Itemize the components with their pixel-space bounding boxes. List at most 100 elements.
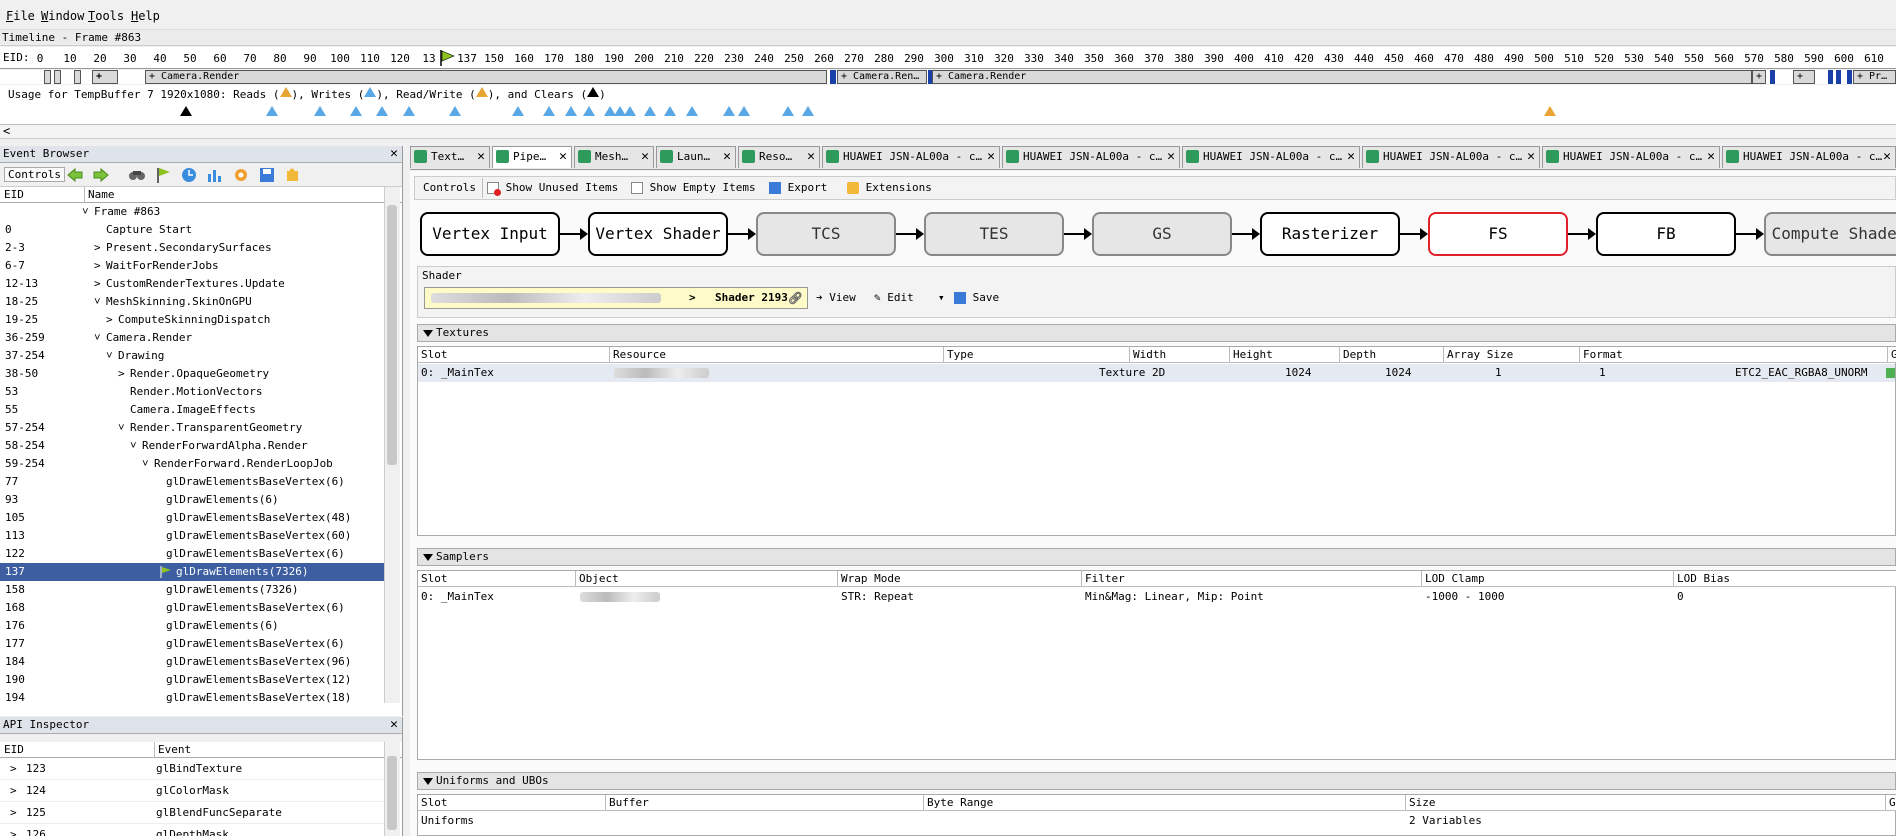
find-icon[interactable] bbox=[128, 166, 146, 184]
col-header[interactable]: Height bbox=[1230, 347, 1340, 363]
expand-down-icon[interactable]: ˅ bbox=[142, 455, 149, 473]
event-row[interactable]: 137 glDrawElements(7326) bbox=[0, 563, 384, 581]
close-icon[interactable]: ✕ bbox=[390, 146, 398, 162]
menu-help[interactable]: Help bbox=[131, 9, 160, 23]
api-row[interactable]: >124 glColorMask bbox=[0, 780, 384, 802]
clear-marker-icon[interactable] bbox=[180, 106, 192, 116]
save-icon[interactable] bbox=[258, 166, 276, 184]
expand-right-icon[interactable]: > bbox=[106, 311, 113, 329]
write-marker-icon[interactable] bbox=[644, 106, 656, 116]
write-marker-icon[interactable] bbox=[723, 106, 735, 116]
timeline-block[interactable] bbox=[74, 70, 81, 84]
col-header[interactable]: Size bbox=[1406, 795, 1886, 811]
timeline-block[interactable] bbox=[54, 70, 61, 84]
tab-0[interactable]: Text… ✕ bbox=[410, 146, 490, 168]
write-marker-icon[interactable] bbox=[376, 106, 388, 116]
texture-row[interactable]: 0: _MainTex Texture 2D 1024 1024 1 1 ETC2_EAC_… bbox=[418, 364, 1895, 382]
event-row[interactable]: 158 glDrawElements(7326) bbox=[0, 581, 384, 599]
close-icon[interactable]: ✕ bbox=[1167, 147, 1175, 167]
api-scrollbar[interactable] bbox=[384, 742, 400, 836]
extensions-button[interactable]: Extensions bbox=[847, 181, 932, 194]
timeline-marker[interactable] bbox=[1770, 70, 1775, 84]
event-row[interactable]: 194 glDrawElementsBaseVertex(18) bbox=[0, 689, 384, 707]
write-marker-icon[interactable] bbox=[583, 106, 595, 116]
tab-4[interactable]: Reso… ✕ bbox=[738, 146, 820, 168]
event-row[interactable]: 19-25 > ComputeSkinningDispatch bbox=[0, 311, 384, 329]
expand-right-icon[interactable]: > bbox=[10, 758, 17, 780]
event-row[interactable]: 2-3 > Present.SecondarySurfaces bbox=[0, 239, 384, 257]
tab-10[interactable]: HUAWEI JSN-AL00a - c… ✕ bbox=[1722, 146, 1896, 168]
col-header[interactable]: Wrap Mode bbox=[838, 571, 1082, 587]
stage-1[interactable]: Vertex Shader bbox=[588, 212, 728, 256]
timeline-block[interactable]: + bbox=[92, 70, 118, 84]
stage-8[interactable]: Compute Shader bbox=[1764, 212, 1896, 256]
col-header[interactable]: G bbox=[1886, 795, 1896, 811]
col-eid[interactable]: EID bbox=[4, 187, 24, 202]
col-header[interactable]: Width bbox=[1130, 347, 1230, 363]
puzzle-icon[interactable] bbox=[284, 166, 302, 184]
timeline-segment-camera-render[interactable]: + Camera.Render bbox=[145, 70, 827, 84]
controls-button[interactable]: Controls bbox=[423, 181, 476, 194]
expand-down-icon[interactable]: ˅ bbox=[94, 293, 101, 311]
tab-8[interactable]: HUAWEI JSN-AL00a - c… ✕ bbox=[1362, 146, 1540, 168]
close-icon[interactable]: ✕ bbox=[987, 147, 995, 167]
col-eid[interactable]: EID bbox=[4, 742, 24, 757]
expand-right-icon[interactable]: > bbox=[94, 239, 101, 257]
timeline-block[interactable] bbox=[44, 70, 51, 84]
event-row[interactable]: 12-13 > CustomRenderTextures.Update bbox=[0, 275, 384, 293]
close-icon[interactable]: ✕ bbox=[723, 147, 731, 167]
write-marker-icon[interactable] bbox=[624, 106, 636, 116]
controls-button[interactable]: Controls bbox=[4, 167, 65, 182]
col-header[interactable]: Depth bbox=[1340, 347, 1444, 363]
event-row[interactable]: 53 Render.MotionVectors bbox=[0, 383, 384, 401]
col-header[interactable]: Slot bbox=[418, 795, 606, 811]
close-icon[interactable]: ✕ bbox=[477, 147, 485, 167]
close-icon[interactable]: ✕ bbox=[1707, 147, 1715, 167]
time-icon[interactable] bbox=[180, 166, 198, 184]
expand-down-icon[interactable]: ˅ bbox=[106, 347, 113, 365]
api-row[interactable]: >123 glBindTexture bbox=[0, 758, 384, 780]
write-marker-icon[interactable] bbox=[314, 106, 326, 116]
api-row[interactable]: >125 glBlendFuncSeparate bbox=[0, 802, 384, 824]
expand-right-icon[interactable]: > bbox=[118, 365, 125, 383]
expand-down-icon[interactable]: ˅ bbox=[82, 203, 89, 221]
write-marker-icon[interactable] bbox=[350, 106, 362, 116]
timeline-scrollbar[interactable]: < bbox=[0, 124, 1896, 139]
expand-right-icon[interactable]: > bbox=[10, 824, 17, 836]
col-header[interactable]: Slot bbox=[418, 347, 610, 363]
shader-field[interactable]: > Shader 2193 🔗︎ bbox=[424, 287, 808, 309]
event-row[interactable]: 93 glDrawElements(6) bbox=[0, 491, 384, 509]
write-marker-icon[interactable] bbox=[802, 106, 814, 116]
link-icon[interactable]: 🔗︎ bbox=[788, 288, 803, 308]
uniforms-section-header[interactable]: Uniforms and UBOs bbox=[417, 772, 1896, 790]
write-marker-icon[interactable] bbox=[512, 106, 524, 116]
event-row[interactable]: ˅ Frame #863 bbox=[0, 203, 384, 221]
tab-5[interactable]: HUAWEI JSN-AL00a - c… ✕ bbox=[822, 146, 1000, 168]
show-empty-button[interactable]: Show Empty Items bbox=[631, 181, 756, 194]
write-marker-icon[interactable] bbox=[565, 106, 577, 116]
timeline-marker[interactable] bbox=[1847, 70, 1852, 84]
event-row[interactable]: 105 glDrawElementsBaseVertex(48) bbox=[0, 509, 384, 527]
scroll-thumb[interactable] bbox=[387, 205, 397, 465]
expand-right-icon[interactable]: > bbox=[10, 780, 17, 802]
col-header[interactable]: Buffer bbox=[606, 795, 924, 811]
view-button[interactable]: ➔ View bbox=[816, 291, 856, 304]
event-row[interactable]: 6-7 > WaitForRenderJobs bbox=[0, 257, 384, 275]
timeline-segment-present[interactable]: + Pr… bbox=[1853, 70, 1896, 84]
write-marker-icon[interactable] bbox=[782, 106, 794, 116]
close-icon[interactable]: ✕ bbox=[1347, 147, 1355, 167]
timeline-marker[interactable] bbox=[830, 70, 836, 84]
col-header[interactable]: Byte Range bbox=[924, 795, 1406, 811]
event-row[interactable]: 59-254 ˅ RenderForward.RenderLoopJob bbox=[0, 455, 384, 473]
close-icon[interactable]: ✕ bbox=[390, 717, 398, 733]
write-marker-icon[interactable] bbox=[543, 106, 555, 116]
arrow-left-icon[interactable] bbox=[66, 166, 84, 184]
col-header[interactable]: Type bbox=[944, 347, 1130, 363]
timeline-ruler[interactable]: EID: 0 10 20 30 40 50 60 70 80 90 100 110 120 13 137 15… bbox=[0, 47, 1896, 69]
save-button[interactable]: Save bbox=[954, 291, 999, 304]
expand-right-icon[interactable]: > bbox=[10, 802, 17, 824]
col-header[interactable]: Array Size bbox=[1444, 347, 1580, 363]
event-row[interactable]: 57-254 ˅ Render.TransparentGeometry bbox=[0, 419, 384, 437]
bar-chart-icon[interactable] bbox=[206, 166, 224, 184]
event-row[interactable]: 113 glDrawElementsBaseVertex(60) bbox=[0, 527, 384, 545]
